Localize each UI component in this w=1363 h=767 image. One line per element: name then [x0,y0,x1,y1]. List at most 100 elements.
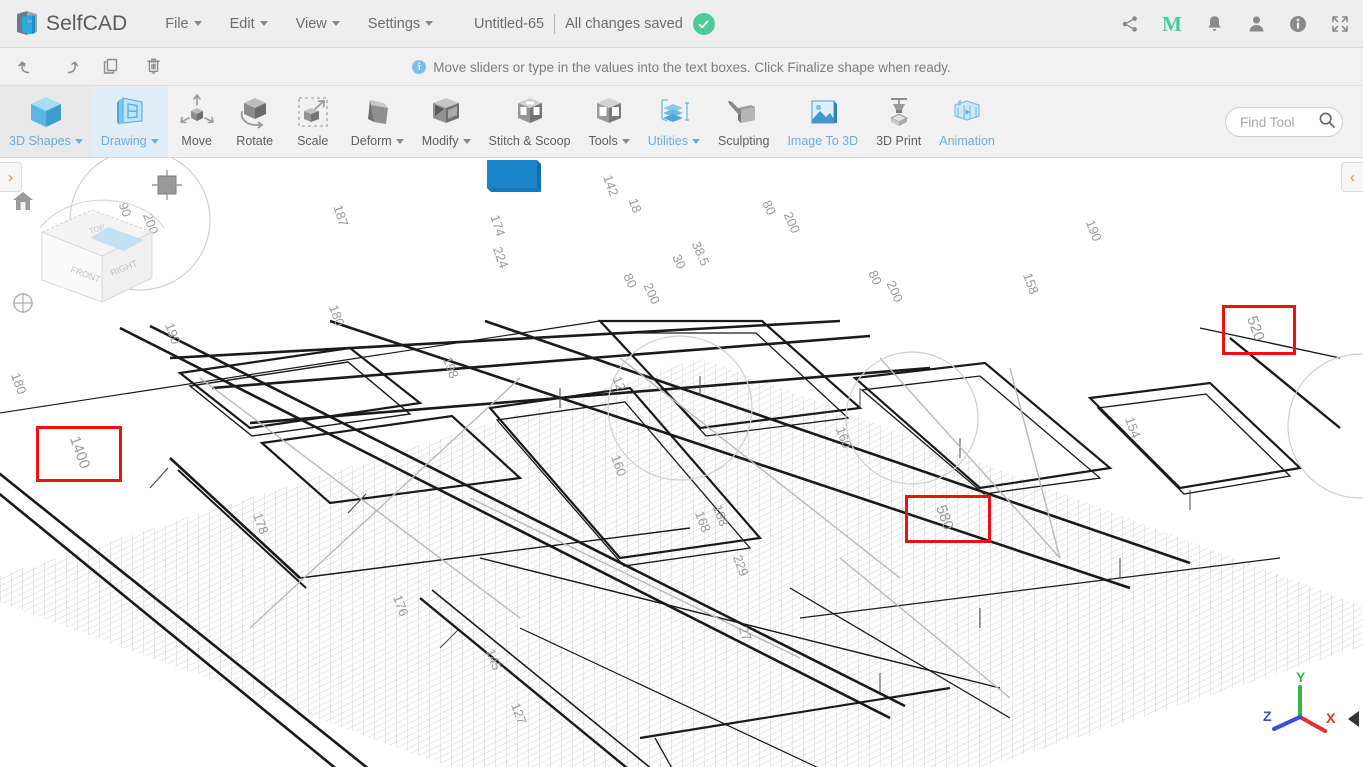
m-logo-icon[interactable]: M [1161,13,1183,35]
tool-3d-print[interactable]: 3D Print [867,86,930,157]
tool-rotate-label: Rotate [236,134,274,148]
chevron-down-icon [150,138,159,144]
tool-sculpting-label: Sculpting [718,134,770,148]
sculpting-icon [724,92,764,132]
chevron-right-icon: › [8,168,13,186]
search-icon[interactable] [1318,111,1336,134]
tool-3d-shapes-label: 3D Shapes [9,134,83,148]
axis-x-label: X [1326,710,1336,726]
view-cube[interactable]: FRONT TOP RIGHT [12,172,192,322]
tool-tools-label: Tools [589,134,630,148]
divider [554,14,556,34]
tool-sculpting[interactable]: Sculpting [709,86,778,157]
account-person-icon[interactable] [1245,13,1267,35]
top-right-icons: M [1119,0,1351,48]
selfcad-app: SelfCAD File Edit View Settings Untitled… [0,0,1363,767]
document-info: Untitled-65 All changes saved [474,0,715,48]
deform-icon [357,92,397,132]
tool-move[interactable]: Move [168,86,226,157]
fullscreen-icon[interactable] [1329,13,1351,35]
collapse-right-panel-button[interactable]: ‹ [1341,162,1363,192]
home-view-button[interactable] [10,188,36,214]
modify-icon [426,92,466,132]
utilities-layers-icon [654,92,694,132]
document-title[interactable]: Untitled-65 [474,16,544,32]
stitch-scoop-icon [510,92,550,132]
tool-ribbon: 3D Shapes Drawing Move Rotate Scale Defo… [0,86,1363,158]
viewport-scene [0,158,1363,767]
tool-3d-shapes[interactable]: 3D Shapes [0,86,92,157]
chevron-down-icon [193,21,202,26]
menu-file[interactable]: File [151,10,215,38]
selected-object [487,160,541,192]
notifications-bell-icon[interactable] [1203,13,1225,35]
undo-button[interactable] [6,48,48,86]
tool-utilities-label: Utilities [648,134,701,148]
tool-rotate[interactable]: Rotate [226,86,284,157]
hint-message: i Move sliders or type in the values int… [0,48,1363,86]
menu-view-label: View [295,15,327,32]
brand-name: SelfCAD [46,11,128,35]
tool-tools[interactable]: Tools [580,86,639,157]
chevron-down-icon [395,138,404,144]
info-icon[interactable] [1287,13,1309,35]
tool-scale[interactable]: Scale [284,86,342,157]
chevron-down-icon [259,21,268,26]
tools-icon [589,92,629,132]
menu-file-label: File [165,15,189,32]
tool-move-label: Move [181,134,212,148]
axis-gizmo[interactable]: Y X Z [1261,665,1339,745]
tool-animation[interactable]: Animation [930,86,1004,157]
axis-y-label: Y [1296,669,1306,685]
share-icon[interactable] [1119,13,1141,35]
saved-check-icon [692,13,715,35]
tool-stitch-scoop-label: Stitch & Scoop [488,134,571,148]
info-icon: i [412,60,427,74]
rotate-icon [235,92,275,132]
image-to-3d-icon [803,92,843,132]
chevron-down-icon [462,138,471,144]
tool-modify[interactable]: Modify [413,86,480,157]
menu-list: File Edit View Settings [151,10,447,38]
animation-icon [947,92,987,132]
selfcad-logo-icon [14,10,40,38]
tool-3d-print-label: 3D Print [876,134,922,148]
tool-drawing-label: Drawing [101,134,159,148]
3d-viewport[interactable]: 187 174 142 18 80 200 190 80 200 38.5 30 80 200 158 22… [0,158,1363,767]
chevron-down-icon [331,21,340,26]
chevron-down-icon [425,21,434,26]
delete-button[interactable] [132,48,174,86]
redo-button[interactable] [48,48,90,86]
tool-stitch-and-scoop[interactable]: Stitch & Scoop [480,86,580,157]
tool-image-to-3d-label: Image To 3D [787,134,859,148]
chevron-down-icon [692,138,701,144]
m-logo-letter: M [1162,11,1182,36]
save-status-text: All changes saved [565,16,683,32]
chevron-left-icon: ‹ [1350,168,1355,186]
chevron-down-icon [621,138,630,144]
find-tool-search[interactable] [1225,107,1343,137]
tool-deform[interactable]: Deform [342,86,413,157]
top-menu-bar: SelfCAD File Edit View Settings Untitled… [0,0,1363,48]
menu-settings-label: Settings [367,15,421,32]
3d-print-icon [879,92,919,132]
hint-text: Move sliders or type in the values into … [433,59,951,75]
action-bar: i Move sliders or type in the values int… [0,48,1363,86]
move-arrows-icon [177,92,217,132]
chevron-down-icon [74,138,83,144]
duplicate-button[interactable] [90,48,132,86]
menu-settings[interactable]: Settings [354,10,447,38]
menu-edit[interactable]: Edit [216,10,282,38]
find-tool-input[interactable] [1240,114,1314,130]
tool-drawing[interactable]: Drawing [91,86,168,157]
tool-modify-label: Modify [422,134,471,148]
brand[interactable]: SelfCAD [14,10,127,38]
tool-utilities[interactable]: Utilities [639,86,709,157]
tool-image-to-3d[interactable]: Image To 3D [778,86,867,157]
menu-view[interactable]: View [282,10,354,38]
menu-edit-label: Edit [229,15,255,32]
panel-scroll-arrow[interactable] [1348,711,1359,727]
tool-scale-label: Scale [297,134,329,148]
scale-icon [293,92,333,132]
axis-z-label: Z [1263,708,1272,724]
